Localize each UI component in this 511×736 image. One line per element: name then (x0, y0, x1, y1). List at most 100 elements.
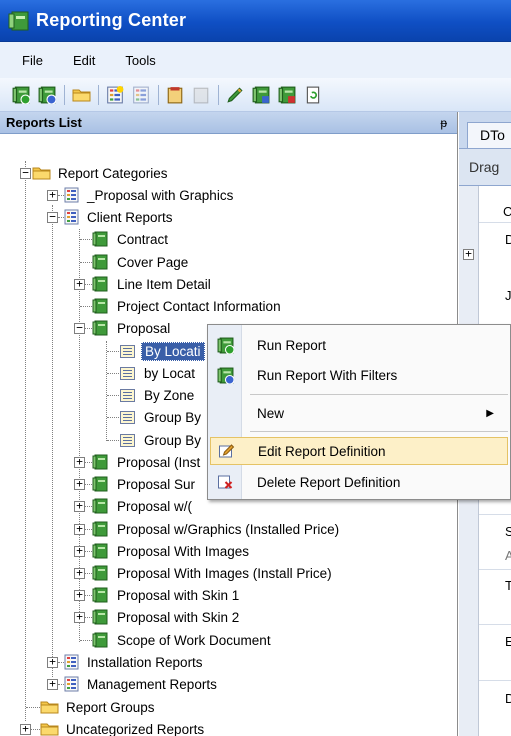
new-category-icon[interactable] (164, 84, 186, 106)
tree-node-proposal-summary[interactable]: Proposal Sur (92, 474, 198, 494)
tree-node-report-categories[interactable]: Report Categories (32, 163, 171, 183)
menu-item-run-report[interactable]: Run Report (210, 331, 508, 359)
menu-item-delete-report-definition[interactable]: Delete Report Definition (210, 468, 508, 496)
tree-node-proposal-w[interactable]: Proposal w/( (92, 496, 195, 516)
expand-toggle[interactable]: + (74, 500, 85, 512)
expand-toggle[interactable]: + (74, 589, 85, 601)
tree-node-proposal-with-images-install[interactable]: Proposal With Images (Install Price) (92, 563, 335, 583)
tree-node-installation-reports[interactable]: Installation Reports (64, 652, 206, 672)
tree-node-proposal-install[interactable]: Proposal (Inst (92, 452, 203, 472)
tree-node-label: Proposal With Images (117, 543, 250, 559)
menu-tools[interactable]: Tools (125, 53, 155, 68)
tree-node-cover-page[interactable]: Cover Page (92, 252, 191, 272)
expand-toggle[interactable]: − (20, 167, 31, 179)
grid-cell: E (505, 634, 511, 649)
new-report-icon[interactable] (104, 84, 126, 106)
menu-separator (250, 394, 508, 395)
menu-item-label: New (257, 405, 285, 421)
expand-toggle[interactable]: + (74, 567, 85, 579)
tree-node-group-by-1[interactable]: Group By (120, 407, 204, 427)
tree-node-proposal-with-images[interactable]: Proposal With Images (92, 541, 252, 561)
report-icon (92, 498, 108, 514)
edit-category-icon[interactable] (190, 84, 212, 106)
expand-toggle[interactable]: + (74, 278, 85, 290)
expand-toggle[interactable]: − (47, 211, 58, 223)
menu-item-new[interactable]: New ▶ (210, 399, 508, 427)
tree-node-label: Client Reports (87, 209, 173, 225)
tree-node-group-by-2[interactable]: Group By (120, 430, 204, 450)
tree-node-label: Project Contact Information (117, 298, 281, 314)
menu-item-label: Run Report With Filters (257, 367, 398, 383)
tree-node-scope-of-work[interactable]: Scope of Work Document (92, 630, 274, 650)
tree-node-management-reports[interactable]: Management Reports (64, 674, 220, 694)
tree-node-label: Installation Reports (87, 654, 203, 670)
tree-line (85, 328, 92, 329)
tree-line (85, 551, 92, 552)
grid-cell: T (505, 578, 511, 593)
tree-node-label: Report Groups (66, 699, 155, 715)
menu-file[interactable]: File (22, 53, 43, 68)
tree-node-report-groups[interactable]: Report Groups (40, 697, 158, 717)
expand-toggle[interactable]: + (74, 611, 85, 623)
tree-line (85, 617, 92, 618)
tree-node-project-contact-information[interactable]: Project Contact Information (92, 296, 284, 316)
tree-node-proposal-with-skin-1[interactable]: Proposal with Skin 1 (92, 585, 242, 605)
expand-toggle[interactable]: + (74, 456, 85, 468)
run-report-filters-icon[interactable] (36, 84, 58, 106)
tree-node-uncategorized-reports[interactable]: Uncategorized Reports (40, 719, 207, 736)
expand-toggle[interactable]: + (47, 656, 58, 668)
grid-line (479, 514, 511, 515)
expand-toggle[interactable]: + (74, 478, 85, 490)
grid-cell: D (505, 232, 511, 247)
tree-node-proposal-w-graphics-installed[interactable]: Proposal w/Graphics (Installed Price) (92, 519, 342, 539)
edit-report-icon[interactable] (130, 84, 152, 106)
expand-toggle[interactable]: + (74, 523, 85, 535)
tree-node-label: Proposal w/Graphics (Installed Price) (117, 521, 340, 537)
tree-line (26, 707, 40, 708)
tree-node-proposal[interactable]: Proposal (92, 318, 173, 338)
menu-edit[interactable]: Edit (73, 53, 95, 68)
tree-node-label: Proposal Sur (117, 476, 196, 492)
run-report-icon[interactable] (10, 84, 32, 106)
tree-node-proposal-with-skin-2[interactable]: Proposal with Skin 2 (92, 607, 242, 627)
tree-node-label: By Locati (141, 341, 205, 361)
tree-node-label: Proposal w/( (117, 498, 193, 514)
tree-node-proposal-with-graphics[interactable]: _Proposal with Graphics (64, 185, 236, 205)
tree-node-by-zone[interactable]: By Zone (120, 385, 197, 405)
group-drag-area: Drag (459, 148, 511, 186)
document-tab[interactable]: DTo (467, 122, 511, 148)
open-folder-icon[interactable] (70, 84, 92, 106)
toolbar (0, 78, 511, 112)
menu-item-edit-report-definition[interactable]: Edit Report Definition (210, 437, 508, 465)
tree-node-label: Proposal With Images (Install Price) (117, 565, 332, 581)
window-title: Reporting Center (36, 10, 187, 30)
expand-toggle[interactable]: + (20, 723, 31, 735)
tree-line (107, 440, 119, 441)
tree-node-by-location-2[interactable]: by Locat (120, 363, 198, 383)
toolbar-separator (98, 84, 99, 105)
edit-icon[interactable] (224, 84, 246, 106)
delete-report-icon[interactable] (276, 84, 298, 106)
menu-item-run-report-with-filters[interactable]: Run Report With Filters (210, 361, 508, 389)
report-icon[interactable] (250, 84, 272, 106)
tree-node-line-item-detail[interactable]: Line Item Detail (92, 274, 214, 294)
toolbar-separator (218, 84, 219, 105)
refresh-icon[interactable] (302, 84, 324, 106)
delete-definition-icon (217, 475, 232, 489)
tree-node-client-reports[interactable]: Client Reports (64, 207, 176, 227)
expand-toggle[interactable]: + (47, 678, 58, 690)
report-icon (92, 231, 108, 247)
toolbar-separator (158, 84, 159, 105)
tree-node-label: Contract (117, 231, 169, 247)
tree-line (85, 529, 92, 530)
expand-toggle[interactable]: + (463, 248, 474, 260)
expand-toggle[interactable]: − (74, 322, 85, 334)
pin-icon[interactable]: ᵽ (440, 116, 447, 130)
tree-line (80, 262, 92, 263)
expand-toggle[interactable]: + (74, 545, 85, 557)
expand-toggle[interactable]: + (47, 189, 58, 201)
grid-cell: S (505, 524, 511, 539)
tree-node-by-location[interactable]: By Locati (120, 341, 205, 361)
tree-node-contract[interactable]: Contract (92, 229, 171, 249)
context-menu: Run Report Run Report With Filters New ▶… (207, 324, 511, 500)
